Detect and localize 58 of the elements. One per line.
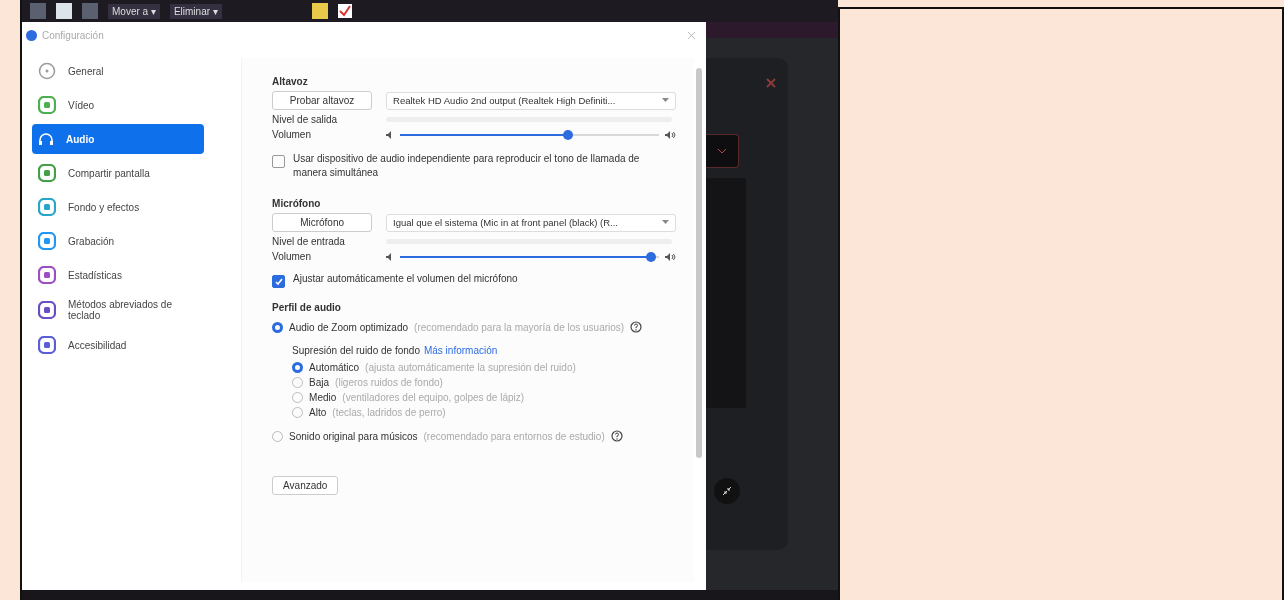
folder-icon[interactable] bbox=[311, 3, 328, 19]
collapse-icon[interactable] bbox=[714, 478, 740, 504]
toolbar-button[interactable]: Eliminar ▾ bbox=[169, 3, 222, 19]
radio-label: Alto bbox=[309, 407, 327, 418]
speaker-high-icon bbox=[665, 252, 677, 261]
radio-label: Baja bbox=[309, 377, 330, 388]
level-label: Nivel de salida bbox=[272, 114, 339, 125]
hint-text: (recomendado para entornos de estudio) bbox=[423, 430, 605, 442]
section-heading: Altavoz bbox=[272, 76, 309, 87]
caret-icon bbox=[662, 220, 670, 225]
sidebar-item[interactable]: Estadísticas bbox=[32, 260, 204, 290]
chevron-icon bbox=[718, 148, 726, 154]
volume-label: Volumen bbox=[272, 129, 312, 140]
level-label: Nivel de entrada bbox=[272, 236, 346, 247]
radio-button[interactable] bbox=[272, 321, 284, 333]
section-heading: Micrófono bbox=[272, 198, 322, 209]
sidebar-item[interactable]: General bbox=[32, 56, 204, 86]
radio-label: Audio de Zoom optimizado bbox=[289, 321, 409, 333]
radio-label: Medio bbox=[309, 392, 337, 403]
sidebar-item[interactable]: Métodos abreviados de teclado bbox=[32, 294, 204, 326]
caret-icon bbox=[662, 98, 670, 103]
checkbox[interactable] bbox=[272, 275, 286, 288]
window-title: Configuración bbox=[42, 29, 105, 41]
app-logo-icon bbox=[26, 29, 37, 41]
device-dropdown[interactable]: Igual que el sistema (Mic in at front panel (black) (R... bbox=[386, 213, 677, 232]
hint-text: (recomendado para la mayoría de los usuarios) bbox=[414, 321, 625, 333]
checkbox-label: Usar dispositivo de audio independiente para reproducir el tono de llamada de manera simultánea bbox=[293, 152, 641, 180]
checkbox-label: Ajustar automáticamente el volumen del micrófono bbox=[293, 272, 518, 286]
test-button[interactable]: Probar altavoz bbox=[272, 91, 373, 110]
more-info-link[interactable]: Más información bbox=[423, 345, 498, 356]
close-icon[interactable] bbox=[766, 78, 776, 88]
checkmark-icon[interactable] bbox=[337, 4, 352, 18]
section-heading: Perfil de audio bbox=[272, 302, 342, 313]
setting-label: Supresión del ruido de fondo bbox=[292, 345, 420, 356]
help-icon[interactable] bbox=[610, 430, 623, 442]
help-icon[interactable] bbox=[630, 321, 643, 333]
radio-label: Sonido original para músicos bbox=[289, 430, 418, 442]
volume-label: Volumen bbox=[272, 251, 312, 262]
radio-label: Automático bbox=[309, 362, 360, 373]
sidebar-item[interactable]: Audio bbox=[32, 124, 204, 154]
hint-text: (teclas, ladridos de perro) bbox=[332, 407, 446, 418]
sidebar-item[interactable]: Fondo y efectos bbox=[32, 192, 204, 222]
sidebar-item[interactable]: Accesibilidad bbox=[32, 330, 204, 360]
dropdown-button[interactable] bbox=[706, 134, 739, 168]
toolbar-button[interactable]: Mover a ▾ bbox=[108, 3, 160, 19]
test-button[interactable]: Micrófono bbox=[272, 213, 373, 232]
device-dropdown[interactable]: Realtek HD Audio 2nd output (Realtek High Definiti... bbox=[386, 91, 677, 110]
speaker-high-icon bbox=[665, 130, 677, 139]
checkbox[interactable] bbox=[272, 155, 286, 168]
sidebar-item[interactable]: Compartir pantalla bbox=[32, 158, 204, 188]
hint-text: (ajusta automáticamente la supresión del ruido) bbox=[365, 362, 576, 373]
sidebar-item[interactable]: Grabación bbox=[32, 226, 204, 256]
radio-button[interactable] bbox=[292, 362, 304, 373]
advanced-button[interactable]: Avanzado bbox=[272, 476, 339, 495]
close-icon[interactable] bbox=[687, 30, 696, 40]
hint-text: (ventiladores del equipo, golpes de lápiz) bbox=[342, 392, 525, 403]
sidebar-item[interactable]: Vídeo bbox=[32, 90, 204, 120]
hint-text: (ligeros ruidos de fondo) bbox=[335, 377, 443, 388]
